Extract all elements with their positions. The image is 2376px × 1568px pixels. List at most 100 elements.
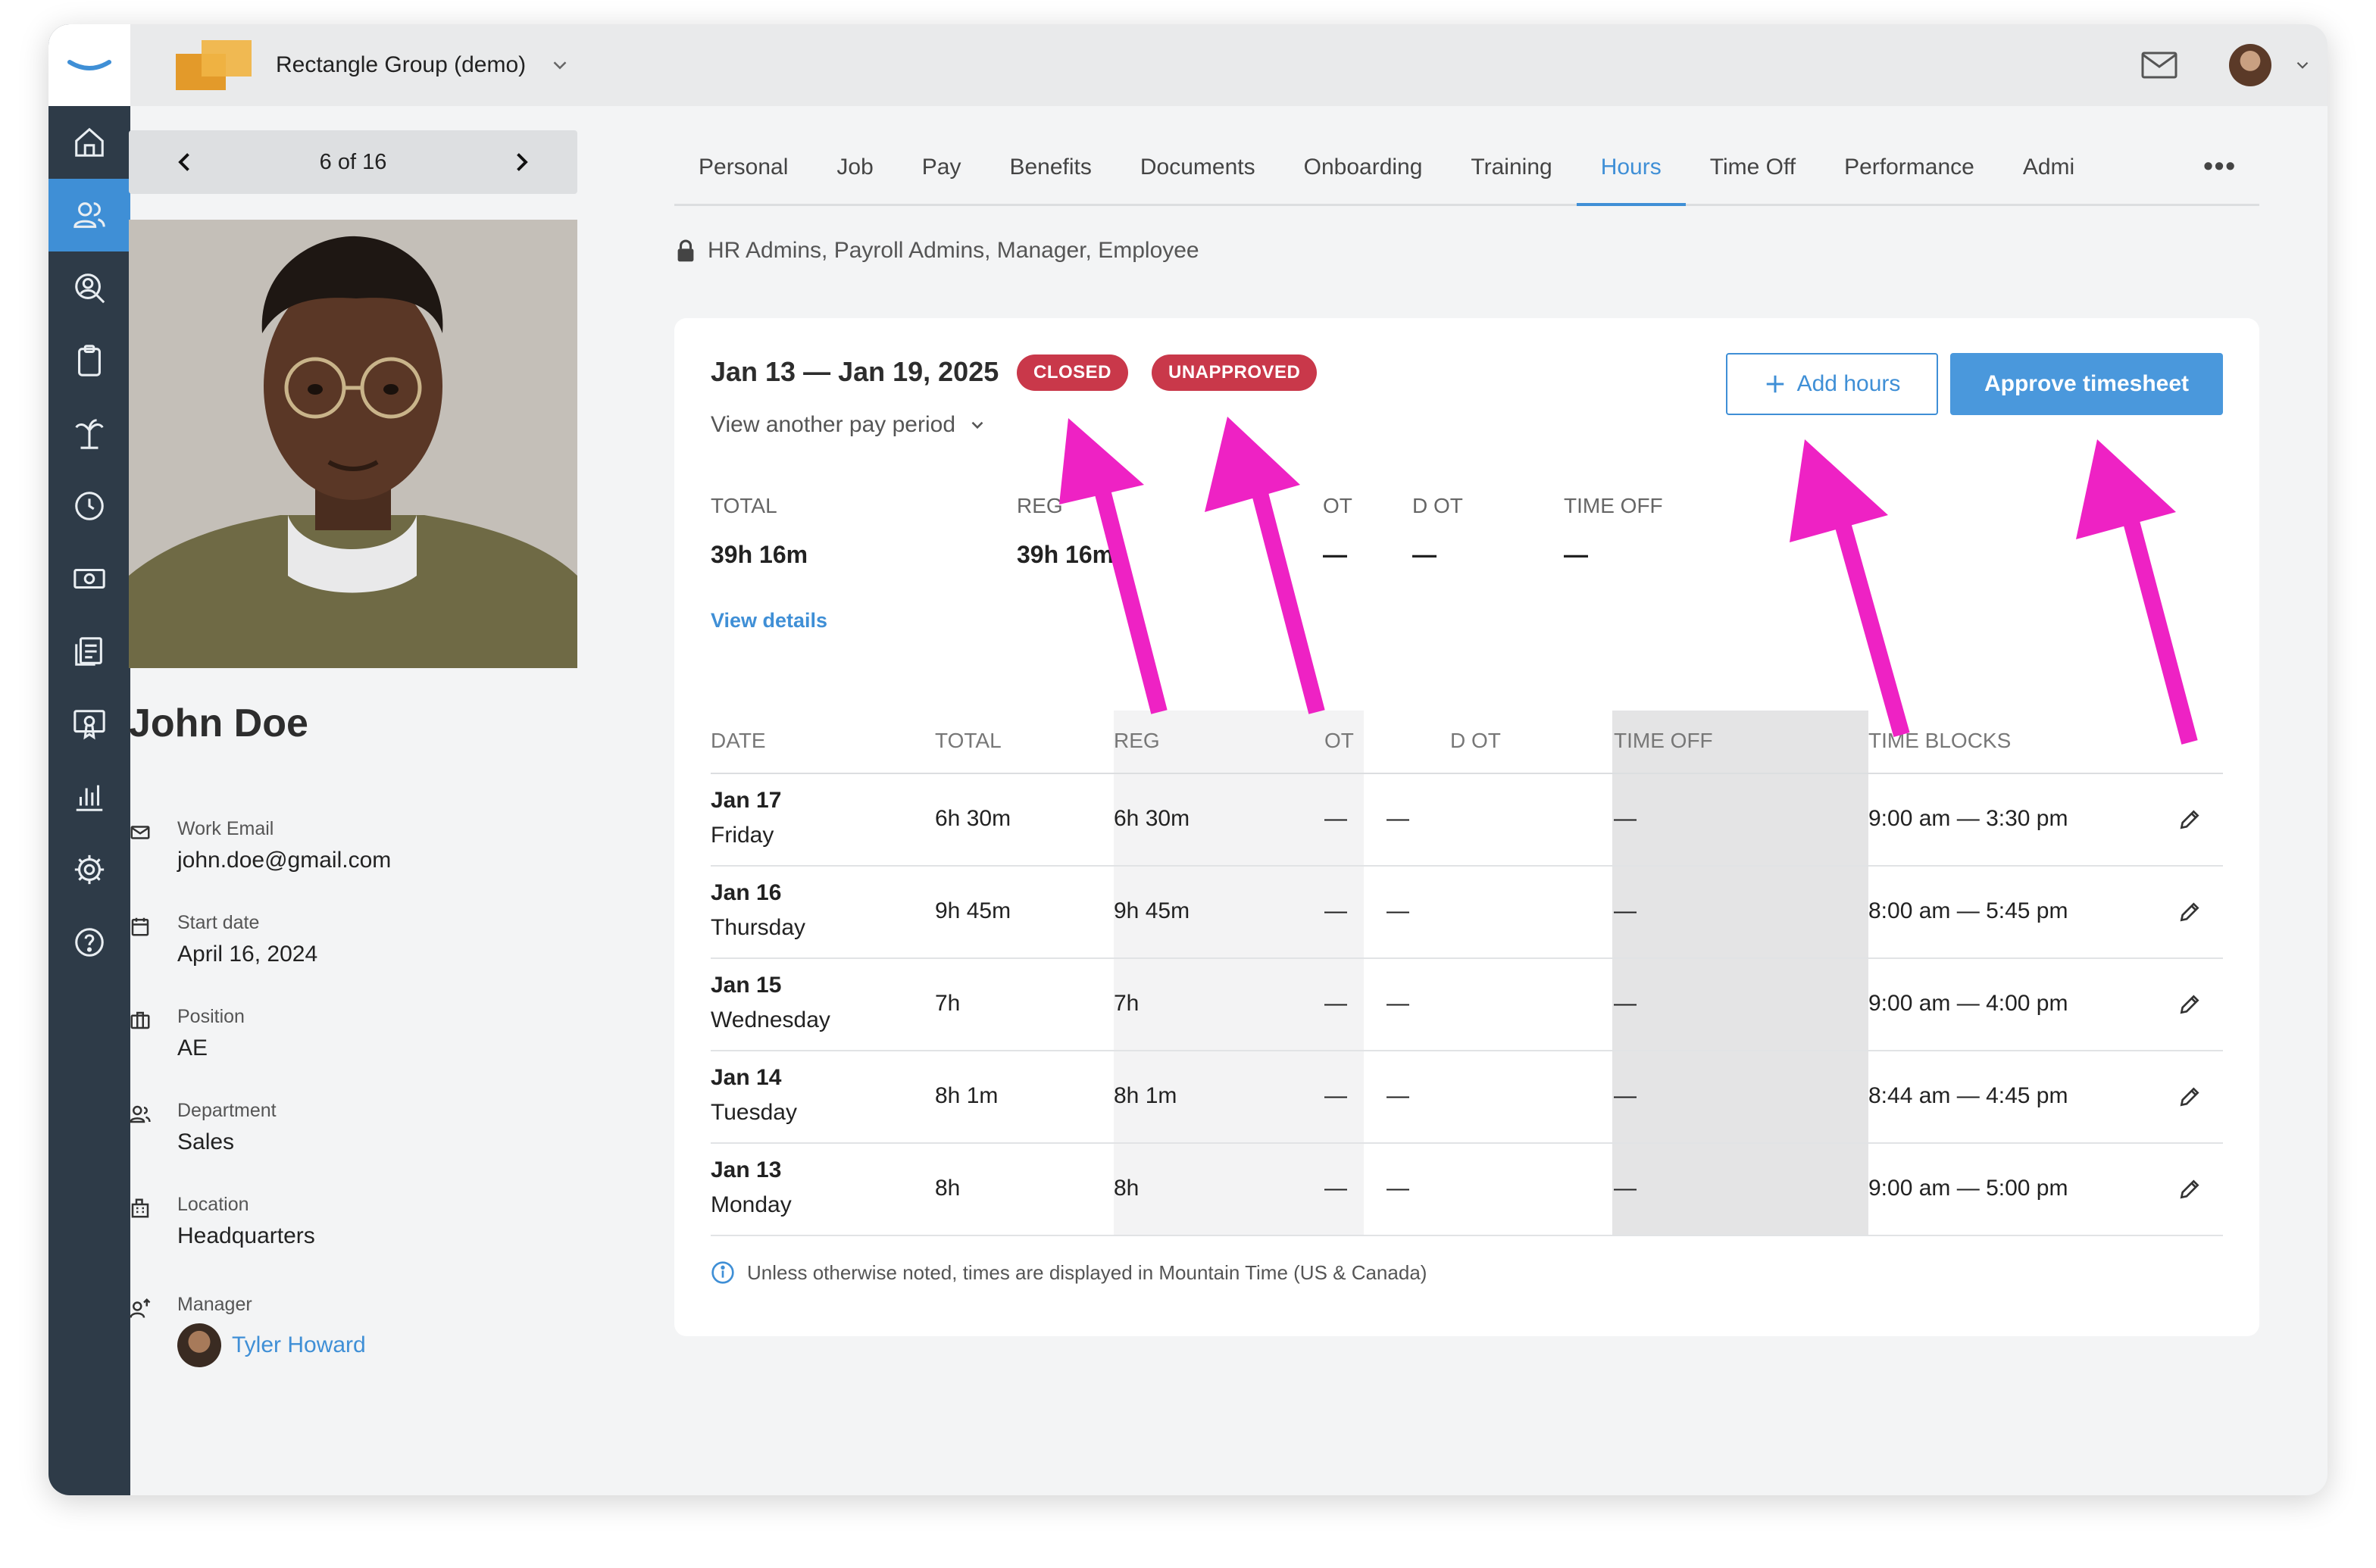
summary-label: TOTAL (711, 494, 777, 517)
field-label: Start date (177, 912, 260, 933)
add-hours-button[interactable]: Add hours (1726, 353, 1938, 415)
manager-link[interactable]: Tyler Howard (177, 1323, 583, 1367)
timesheet-card: Jan 13 — Jan 19, 2025 CLOSED UNAPPROVED … (674, 318, 2259, 1336)
cell-time-off: — (1614, 1083, 1637, 1108)
tab-admin[interactable]: Admi (1999, 139, 2099, 206)
summary-value: 39h 16m (1017, 541, 1115, 568)
view-details-link[interactable]: View details (711, 609, 827, 633)
cell-ot: — (1324, 1176, 1347, 1201)
cell-d-ot: — (1387, 806, 1409, 831)
approve-label: Approve timesheet (1984, 371, 2190, 396)
field-location: Location Headquarters (129, 1194, 583, 1249)
timezone-note: Unless otherwise noted, times are displa… (711, 1260, 1427, 1285)
summary-value: — (1323, 541, 1347, 568)
field-value: john.doe@gmail.com (177, 848, 392, 873)
edit-pencil-icon[interactable] (2177, 1177, 2202, 1201)
employee-pager: 6 of 16 (129, 130, 577, 194)
edit-pencil-icon[interactable] (2177, 1085, 2202, 1109)
cell-total: 9h 45m (935, 898, 1011, 923)
cell-weekday: Tuesday (711, 1100, 797, 1125)
people-icon (130, 1105, 151, 1123)
profile-tabs: Personal Job Pay Benefits Documents Onbo… (674, 139, 2259, 206)
chevron-right-icon[interactable] (508, 148, 535, 176)
plus-icon (1766, 375, 1784, 393)
field-label: Location (177, 1194, 249, 1215)
cell-time-off: — (1614, 1176, 1637, 1201)
col-d-ot: D OT (1450, 729, 1501, 752)
tab-hours[interactable]: Hours (1576, 139, 1686, 206)
tab-documents[interactable]: Documents (1116, 139, 1280, 206)
cell-time-blocks: 9:00 am — 5:00 pm (1868, 1176, 2068, 1201)
cell-d-ot: — (1387, 991, 1409, 1016)
cell-ot: — (1324, 1083, 1347, 1108)
tab-personal[interactable]: Personal (674, 139, 812, 206)
field-work-email: Work Email john.doe@gmail.com (129, 818, 583, 873)
cell-time-off: — (1614, 991, 1637, 1016)
manager-avatar (177, 1323, 221, 1367)
summary-label: REG (1017, 494, 1063, 517)
chevron-down-icon (971, 421, 983, 429)
table-row: Jan 13 Monday 8h 8h — — — 9:00 am — 5:00 pm (711, 1144, 2223, 1236)
cell-d-ot: — (1387, 898, 1409, 923)
mail-icon (130, 826, 150, 839)
col-reg: REG (1114, 729, 1160, 752)
calendar-icon (131, 917, 149, 936)
table-row: Jan 17 Friday 6h 30m 6h 30m — — — 9:00 am — 3:3… (711, 774, 2223, 867)
cell-reg: 7h (1114, 991, 1140, 1016)
col-time-off: TIME OFF (1614, 729, 1713, 752)
field-value: April 16, 2024 (177, 942, 318, 967)
field-label: Position (177, 1006, 245, 1027)
manager-name[interactable]: Tyler Howard (232, 1332, 366, 1358)
tab-pay[interactable]: Pay (898, 139, 986, 206)
hours-table: DATE TOTAL REG OT D OT TIME OFF TIME BLO… (711, 711, 2223, 1236)
summary-total: TOTAL 39h 16m (711, 494, 808, 569)
cell-reg: 8h 1m (1114, 1083, 1177, 1108)
cell-reg: 8h (1114, 1176, 1140, 1201)
access-note: HR Admins, Payroll Admins, Manager, Empl… (676, 238, 1199, 264)
table-row: Jan 15 Wednesday 7h 7h — — — 9:00 am — 4:00 pm (711, 959, 2223, 1051)
table-row: Jan 16 Thursday 9h 45m 9h 45m — — — 8:00 am — 5… (711, 867, 2223, 959)
tab-job[interactable]: Job (812, 139, 897, 206)
cell-ot: — (1324, 898, 1347, 923)
cell-total: 6h 30m (935, 806, 1011, 831)
add-hours-label: Add hours (1796, 371, 1901, 396)
cell-date: Jan 13 (711, 1157, 782, 1182)
cell-time-blocks: 9:00 am — 3:30 pm (1868, 806, 2068, 831)
cell-d-ot: — (1387, 1083, 1409, 1108)
approve-timesheet-button[interactable]: Approve timesheet (1950, 353, 2223, 415)
col-date: DATE (711, 729, 766, 752)
cell-time-blocks: 9:00 am — 4:00 pm (1868, 991, 2068, 1016)
edit-pencil-icon[interactable] (2177, 900, 2202, 924)
cell-time-off: — (1614, 898, 1637, 923)
cell-weekday: Friday (711, 823, 774, 848)
chevron-left-icon[interactable] (171, 148, 199, 176)
field-value: AE (177, 1035, 208, 1060)
edit-pencil-icon[interactable] (2177, 807, 2202, 832)
access-roles: HR Admins, Payroll Admins, Manager, Empl… (708, 238, 1199, 263)
field-start-date: Start date April 16, 2024 (129, 912, 583, 967)
field-department: Department Sales (129, 1100, 583, 1155)
tab-training[interactable]: Training (1446, 139, 1576, 206)
cell-date: Jan 17 (711, 788, 782, 813)
status-badge-unapproved: UNAPPROVED (1152, 355, 1318, 391)
timezone-note-text: Unless otherwise noted, times are displa… (747, 1260, 1427, 1284)
tab-performance[interactable]: Performance (1820, 139, 1999, 206)
view-another-period-dropdown[interactable]: View another pay period (711, 412, 987, 438)
lock-icon (677, 239, 694, 262)
tab-onboarding[interactable]: Onboarding (1280, 139, 1447, 206)
cell-ot: — (1324, 806, 1347, 831)
field-label: Department (177, 1100, 277, 1121)
edit-pencil-icon[interactable] (2177, 992, 2202, 1017)
summary-d-ot: D OT — (1412, 494, 1463, 569)
field-value: Headquarters (177, 1223, 315, 1248)
field-value: Sales (177, 1129, 235, 1154)
field-label: Work Email (177, 818, 274, 839)
tab-time-off[interactable]: Time Off (1686, 139, 1820, 206)
col-total: TOTAL (935, 729, 1002, 752)
more-tabs-button[interactable]: ••• (2181, 139, 2259, 182)
cell-total: 7h (935, 991, 961, 1016)
summary-value: — (1412, 541, 1437, 568)
tab-benefits[interactable]: Benefits (985, 139, 1115, 206)
cell-date: Jan 14 (711, 1065, 782, 1090)
cell-time-blocks: 8:44 am — 4:45 pm (1868, 1083, 2068, 1108)
